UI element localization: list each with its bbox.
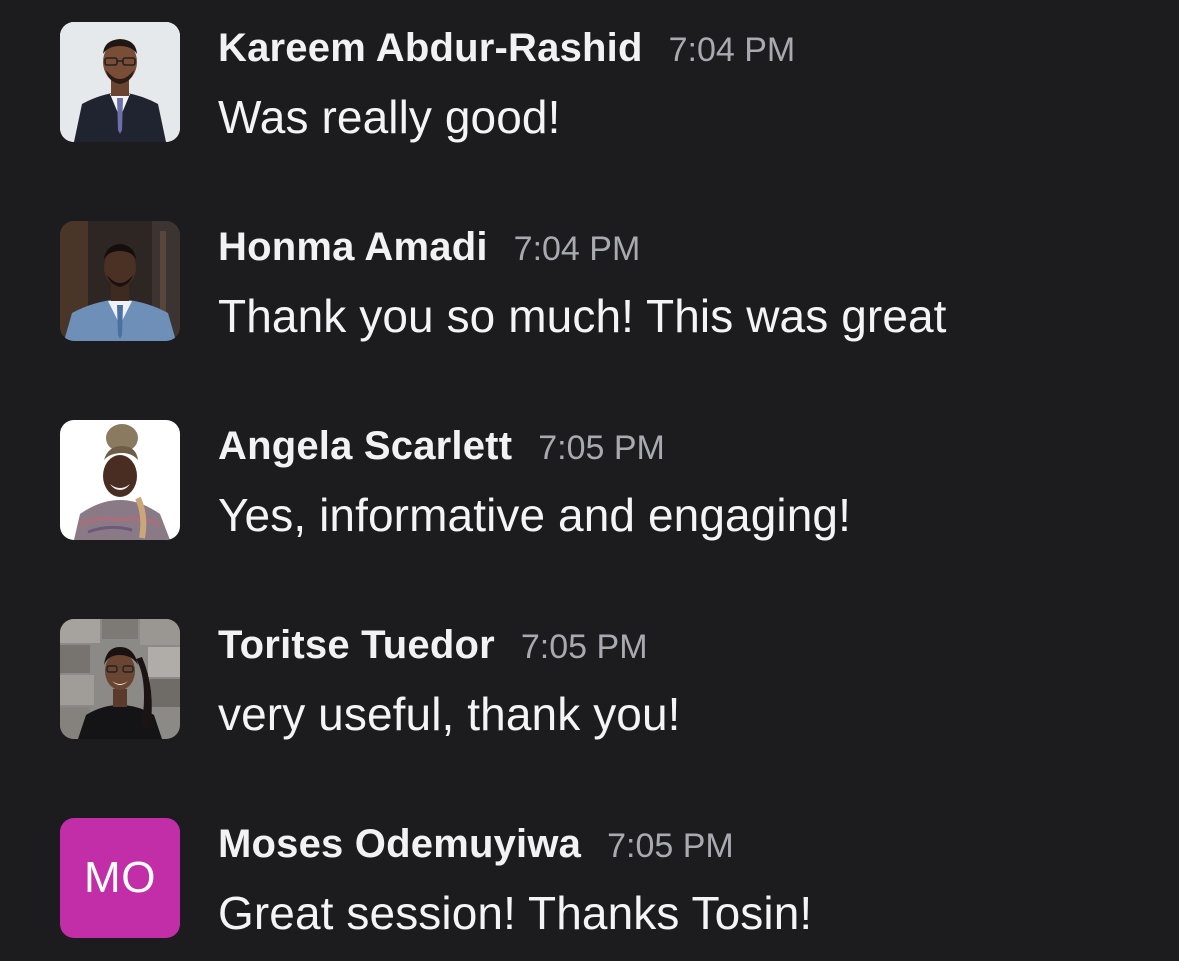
author-name[interactable]: Moses Odemuyiwa: [218, 822, 581, 867]
avatar-photo: [60, 22, 180, 142]
message-item: MO Moses Odemuyiwa 7:05 PM Great session…: [0, 818, 1179, 948]
message-item: Honma Amadi 7:04 PM Thank you so much! T…: [0, 221, 1179, 351]
avatar-photo: [60, 420, 180, 540]
avatar-initials[interactable]: MO: [60, 818, 180, 938]
avatar[interactable]: [60, 619, 180, 739]
message-text: Was really good!: [218, 91, 561, 143]
message-text: Yes, informative and engaging!: [218, 489, 851, 541]
message-text: Thank you so much! This was great: [218, 290, 947, 342]
timestamp: 7:04 PM: [513, 230, 641, 268]
avatar[interactable]: [60, 420, 180, 540]
author-name[interactable]: Kareem Abdur-Rashid: [218, 26, 643, 71]
avatar-initials-text: MO: [84, 853, 156, 902]
author-name[interactable]: Honma Amadi: [218, 225, 488, 270]
message-header: Honma Amadi 7:04 PM: [218, 225, 640, 270]
message-header: Toritse Tuedor 7:05 PM: [218, 623, 648, 668]
avatar-photo: [60, 619, 180, 739]
message-header: Angela Scarlett 7:05 PM: [218, 424, 665, 469]
message-text: Great session! Thanks Tosin!: [218, 887, 813, 939]
message-header: Moses Odemuyiwa 7:05 PM: [218, 822, 734, 867]
timestamp: 7:05 PM: [607, 827, 734, 865]
timestamp: 7:05 PM: [538, 429, 665, 467]
timestamp: 7:05 PM: [520, 628, 648, 666]
avatar[interactable]: [60, 22, 180, 142]
message-list: Kareem Abdur-Rashid 7:04 PM Was really g…: [0, 0, 1179, 961]
message-text: very useful, thank you!: [218, 688, 681, 740]
author-name[interactable]: Toritse Tuedor: [218, 623, 495, 668]
timestamp: 7:04 PM: [668, 31, 796, 69]
message-item: Toritse Tuedor 7:05 PM very useful, than…: [0, 619, 1179, 749]
avatar-photo: [60, 221, 180, 341]
message-item: Angela Scarlett 7:05 PM Yes, informative…: [0, 420, 1179, 550]
avatar[interactable]: [60, 221, 180, 341]
message-header: Kareem Abdur-Rashid 7:04 PM: [218, 26, 795, 71]
author-name[interactable]: Angela Scarlett: [218, 424, 512, 469]
message-item: Kareem Abdur-Rashid 7:04 PM Was really g…: [0, 22, 1179, 152]
